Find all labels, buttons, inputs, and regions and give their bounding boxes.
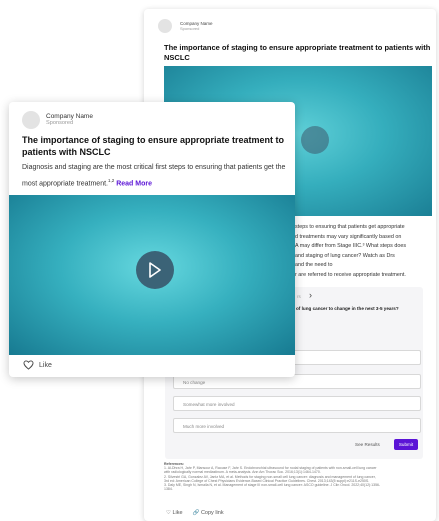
video-player[interactable] <box>9 195 295 355</box>
heart-icon: ♡ <box>166 510 171 516</box>
submit-button[interactable]: Submit <box>394 439 418 450</box>
body-line: A may differ from Stage IIIC.³ What step… <box>295 243 407 249</box>
ad-title: The importance of staging to ensure appr… <box>164 43 431 62</box>
play-icon <box>149 262 161 278</box>
play-icon[interactable] <box>301 126 329 154</box>
body-line: and the need to <box>295 262 333 268</box>
description-text: Diagnosis and staging are the most criti… <box>22 164 286 188</box>
poll-option-much-more[interactable]: Much more involved <box>173 418 421 433</box>
copy-link-label: Copy link <box>200 510 224 516</box>
reference-line: 1384. <box>164 487 173 492</box>
play-button[interactable] <box>136 251 174 289</box>
like-button[interactable]: Like <box>23 360 52 370</box>
like-label: Like <box>172 510 183 516</box>
body-line: steps to ensuring that patients get appr… <box>295 224 405 230</box>
front-ad-card: Company Name Sponsored The importance of… <box>9 102 295 377</box>
read-more-link[interactable]: Read More <box>116 180 152 187</box>
poll-question: of lung cancer to change in the next 3-5… <box>296 306 399 311</box>
chevron-right-icon[interactable]: › <box>309 290 312 300</box>
avatar[interactable] <box>158 19 172 33</box>
see-results-link[interactable]: See Results <box>355 442 380 447</box>
link-icon: 🔗 <box>192 510 200 516</box>
body-line: and staging of lung cancer? Watch as Drs <box>295 252 395 259</box>
citation-superscript: 1,2 <box>108 178 115 183</box>
ad-title: The importance of staging to ensure appr… <box>22 135 285 157</box>
back-card-actions: ♡ Like 🔗 Copy link <box>166 510 224 516</box>
poll-prefix: rs <box>297 294 301 299</box>
option-label: No change <box>183 380 206 385</box>
like-button[interactable]: ♡ Like <box>166 510 183 516</box>
option-label: Somewhat more involved <box>183 402 235 407</box>
like-label: Like <box>39 361 52 369</box>
sponsored-label: Sponsored <box>46 120 74 126</box>
back-card-header: Company Name Sponsored <box>158 19 213 33</box>
ad-body-text: steps to ensuring that patients get appr… <box>295 223 433 280</box>
poll-option-somewhat-more[interactable]: Somewhat more involved <box>173 396 421 411</box>
front-card-header: Company Name Sponsored <box>22 111 93 129</box>
copy-link-button[interactable]: 🔗 Copy link <box>193 510 224 516</box>
references: References: 1. Al-Dhra H, Jahr P, Mansou… <box>164 462 426 491</box>
company-name[interactable]: Company Name <box>46 113 93 120</box>
sponsored-label: Sponsored <box>180 26 200 31</box>
body-line: r are referred to receive appropriate tr… <box>295 271 406 278</box>
body-line: d treatments may vary significantly base… <box>295 233 402 240</box>
ad-description: Diagnosis and staging are the most criti… <box>22 161 292 190</box>
heart-icon <box>23 360 34 370</box>
avatar[interactable] <box>22 111 40 129</box>
option-label: Much more involved <box>183 424 225 429</box>
